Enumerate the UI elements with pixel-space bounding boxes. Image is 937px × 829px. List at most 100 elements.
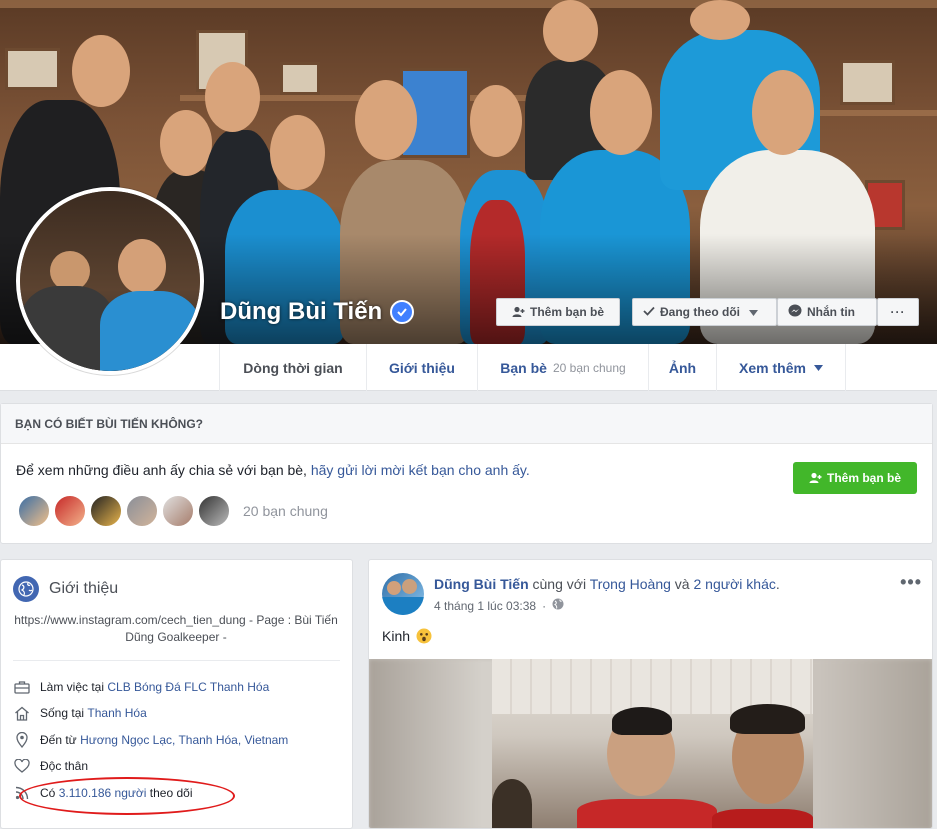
highlight-oval xyxy=(19,777,235,815)
photo-jersey xyxy=(712,809,813,828)
intro-work-link[interactable]: CLB Bóng Đá FLC Thanh Hóa xyxy=(107,680,269,694)
avatar-head xyxy=(402,579,417,594)
tab-friends-label: Bạn bè xyxy=(500,359,547,376)
intro-divider xyxy=(13,660,340,661)
cover-head xyxy=(690,0,750,40)
post-date-link[interactable]: 4 tháng 1 lúc 03:38 xyxy=(434,599,536,613)
following-button[interactable]: Đang theo dõi xyxy=(632,298,777,326)
tab-photos-label: Ảnh xyxy=(668,359,697,376)
friend-avatar[interactable] xyxy=(197,494,231,528)
mutual-friends-row: 20 bạn chung xyxy=(17,494,328,528)
tab-photos[interactable]: Ảnh xyxy=(649,344,717,391)
public-globe-icon[interactable] xyxy=(552,598,564,613)
friend-avatar[interactable] xyxy=(125,494,159,528)
tab-about-label: Giới thiệu xyxy=(389,359,455,376)
message-button[interactable]: Nhắn tin xyxy=(777,298,877,326)
post-photo[interactable] xyxy=(369,659,932,828)
tab-timeline-label: Dòng thời gian xyxy=(243,359,343,376)
profile-name-wrap: Dũng Bùi Tiến xyxy=(220,298,415,326)
check-icon xyxy=(643,305,655,319)
chevron-down-icon xyxy=(813,364,823,371)
post-card: Dũng Bùi Tiến cùng với Trọng Hoàng và 2 … xyxy=(368,559,933,829)
cover-head xyxy=(752,70,814,155)
add-friend-icon xyxy=(809,472,822,483)
photo-jersey xyxy=(577,799,717,828)
chevron-down-icon xyxy=(749,305,758,319)
post-text: Kinh xyxy=(382,628,411,644)
cover-frame xyxy=(280,62,320,95)
friend-avatar[interactable] xyxy=(53,494,87,528)
photo-main xyxy=(492,659,813,828)
intro-from-link[interactable]: Hương Ngọc Lạc, Thanh Hóa, Vietnam xyxy=(80,733,288,747)
verified-badge-icon xyxy=(390,300,415,324)
intro-work-row: Làm việc tại CLB Bóng Đá FLC Thanh Hóa xyxy=(13,678,269,696)
photo-head xyxy=(492,779,532,828)
intro-title-row: Giới thiệu xyxy=(13,576,118,602)
more-options-label: ··· xyxy=(890,305,906,319)
intro-relationship: Độc thân xyxy=(40,759,89,773)
add-friend-green-label: Thêm bạn bè xyxy=(826,471,901,485)
cover-actions: Thêm bạn bè Đang theo dõi Nhắn tin ··· xyxy=(496,298,919,326)
friend-suggestion-box: BẠN CÓ BIẾT BÙI TIẾN KHÔNG? Để xem những… xyxy=(0,403,933,544)
send-request-link[interactable]: hãy gửi lời mời kết bạn cho anh ấy. xyxy=(311,462,530,478)
add-friend-label: Thêm bạn bè xyxy=(529,305,604,319)
more-options-button[interactable]: ··· xyxy=(877,298,919,326)
cover-head xyxy=(160,110,212,176)
heart-icon xyxy=(13,757,31,775)
briefcase-icon xyxy=(13,678,31,696)
friend-avatar[interactable] xyxy=(89,494,123,528)
mutual-friends-count[interactable]: 20 bạn chung xyxy=(243,503,328,519)
post-header-period: . xyxy=(775,576,780,592)
tab-more-label: Xem thêm xyxy=(739,359,806,376)
post-header: Dũng Bùi Tiến cùng với Trọng Hoàng và 2 … xyxy=(434,576,780,592)
friend-suggestion-text: Để xem những điều anh ấy chia sẻ với bạn… xyxy=(16,462,530,478)
cover-frame xyxy=(840,60,895,105)
globe-icon xyxy=(13,576,39,602)
intro-title: Giới thiệu xyxy=(49,580,119,597)
home-icon xyxy=(13,704,31,722)
cover-head xyxy=(470,85,522,157)
add-friend-green-button[interactable]: Thêm bạn bè xyxy=(793,462,917,494)
post-and-text: và xyxy=(674,576,690,592)
cover-head xyxy=(355,80,417,160)
tab-timeline[interactable]: Dòng thời gian xyxy=(219,344,367,391)
avatar-head xyxy=(387,581,401,595)
profile-name[interactable]: Dũng Bùi Tiến xyxy=(220,298,382,326)
cover-head xyxy=(590,70,652,155)
add-friend-button[interactable]: Thêm bạn bè xyxy=(496,298,620,326)
friend-suggestion-message: Để xem những điều anh ấy chia sẻ với bạn… xyxy=(16,462,307,478)
intro-lives-prefix: Sống tại xyxy=(40,706,85,720)
tab-about[interactable]: Giới thiệu xyxy=(367,344,478,391)
intro-work-prefix: Làm việc tại xyxy=(40,680,105,694)
post-tagged-link[interactable]: Trọng Hoàng xyxy=(590,576,671,592)
post-others-link[interactable]: 2 người khác xyxy=(693,576,775,592)
cover-head xyxy=(543,0,598,62)
post-author-avatar[interactable] xyxy=(382,573,424,615)
cover-shelf xyxy=(0,0,937,8)
tab-friends[interactable]: Bạn bè 20 bạn chung xyxy=(478,344,649,391)
post-with-text: cùng với xyxy=(532,576,587,592)
cover-head xyxy=(205,62,260,132)
messenger-icon xyxy=(788,304,802,321)
profile-picture-head xyxy=(118,239,166,294)
cover-frame xyxy=(5,48,60,90)
following-label: Đang theo dõi xyxy=(660,305,740,319)
post-author-link[interactable]: Dũng Bùi Tiến xyxy=(434,576,529,592)
astonished-emoji-icon xyxy=(416,628,432,647)
friend-avatar[interactable] xyxy=(161,494,195,528)
post-more-options-button[interactable]: ••• xyxy=(900,572,922,593)
cover-head xyxy=(270,115,325,190)
message-label: Nhắn tin xyxy=(807,305,855,319)
profile-picture[interactable] xyxy=(16,187,204,375)
cover-shelf xyxy=(820,110,937,116)
add-friend-icon xyxy=(512,306,525,317)
intro-lives-row: Sống tại Thanh Hóa xyxy=(13,704,147,722)
cover-head xyxy=(72,35,130,107)
avatar-body xyxy=(382,597,424,615)
tab-more[interactable]: Xem thêm xyxy=(717,344,846,391)
intro-lives-link[interactable]: Thanh Hóa xyxy=(87,706,146,720)
friend-avatar[interactable] xyxy=(17,494,51,528)
post-text-wrap: Kinh xyxy=(382,628,432,647)
post-meta: 4 tháng 1 lúc 03:38 · xyxy=(434,598,564,613)
